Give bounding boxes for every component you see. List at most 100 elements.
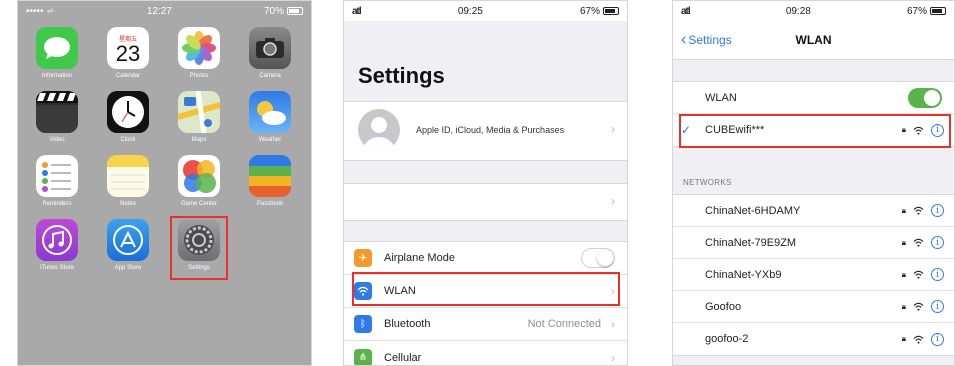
battery-percent: 67%	[906, 5, 927, 17]
row-label: Bluetooth	[384, 318, 431, 330]
maps-icon	[178, 91, 220, 133]
battery-icon	[930, 7, 946, 15]
battery-icon	[603, 7, 619, 15]
info-icon[interactable]: i	[931, 300, 944, 313]
app-weather[interactable]: Weather	[247, 91, 293, 143]
network-row[interactable]: Goofoo 🔒︎ i	[673, 291, 954, 323]
wifi-icon	[913, 302, 924, 311]
game-center-icon	[178, 155, 220, 197]
cellular-row[interactable]: ⋔ Cellular ›	[344, 341, 627, 365]
page-title: Settings	[358, 63, 445, 88]
network-name: ChinaNet-79E9ZM	[705, 236, 797, 249]
calendar-day: 23	[115, 40, 141, 66]
app-clock[interactable]: Clock	[105, 91, 151, 143]
wlan-toggle[interactable]	[908, 87, 942, 108]
weather-icon	[249, 91, 291, 133]
app-game-center[interactable]: Game Center	[176, 155, 222, 207]
app-reminders[interactable]: Reminders	[34, 155, 80, 207]
chevron-right-icon: ›	[611, 350, 615, 365]
app-label: Calendar	[115, 73, 141, 79]
status-time: 09:25	[457, 5, 483, 17]
app-label: Photos	[189, 73, 209, 79]
wifi-icon	[913, 335, 924, 344]
apple-id-row[interactable]: Apple ID, iCloud, Media & Purchases ›	[344, 101, 627, 161]
clock-icon	[107, 91, 149, 133]
battery-icon	[287, 7, 303, 15]
info-icon[interactable]: i	[931, 332, 944, 346]
app-label: Clock	[120, 137, 136, 143]
info-icon[interactable]: i	[931, 204, 944, 217]
signal-icon: atl	[681, 5, 691, 17]
calendar-icon: 星期五 23	[107, 27, 149, 69]
home-screen: ••••• ⩫ 12:27 70% Information 星期五 23 Cal…	[17, 0, 312, 366]
lock-icon: 🔒︎	[901, 237, 906, 247]
app-label: Maps	[191, 137, 207, 143]
notes-icon	[107, 155, 149, 197]
wlan-toggle-row: WLAN	[673, 82, 954, 114]
app-maps[interactable]: Maps	[176, 91, 222, 143]
lock-icon: 🔒︎	[901, 205, 906, 215]
bluetooth-status: Not Connected	[527, 318, 601, 330]
app-notes[interactable]: Notes	[105, 155, 151, 207]
status-bar: ••••• ⩫ 12:27 70%	[18, 1, 311, 21]
blank-settings-row[interactable]: ›	[344, 183, 627, 221]
carrier-signal: ••••• ⩫	[26, 5, 55, 17]
app-label: Passbook	[256, 201, 284, 207]
wlan-screen: atl 09:28 67% ‹ Settings WLAN WLAN ✓ CUB…	[672, 0, 955, 366]
wlan-highlight-box	[352, 272, 620, 306]
app-label: Game Center	[180, 201, 217, 207]
battery-percent: 70%	[263, 5, 284, 17]
wifi-icon	[913, 238, 924, 247]
app-label: Video	[49, 137, 65, 143]
signal-icon: atl	[352, 5, 362, 17]
app-photos[interactable]: Photos	[176, 27, 222, 79]
app-information[interactable]: Information	[34, 27, 80, 79]
app-label: Camera	[259, 73, 281, 79]
app-label: Reminders	[42, 201, 72, 207]
wlan-label: WLAN	[705, 91, 737, 104]
app-video[interactable]: Video	[34, 91, 80, 143]
photos-icon	[178, 27, 220, 69]
network-name: Goofoo	[705, 300, 742, 313]
app-calendar[interactable]: 星期五 23 Calendar	[105, 27, 151, 79]
network-row[interactable]: ChinaNet-79E9ZM 🔒︎ i	[673, 227, 954, 259]
battery-percent: 67%	[579, 5, 600, 17]
settings-screen: atl 09:25 67% Settings Apple ID, iCloud,…	[343, 0, 628, 366]
camera-icon	[249, 27, 291, 69]
row-label: Cellular	[384, 351, 422, 364]
nav-bar: ‹ Settings WLAN	[673, 21, 954, 60]
airplane-mode-toggle[interactable]	[581, 248, 615, 268]
app-camera[interactable]: Camera	[247, 27, 293, 79]
airplane-icon: ✈	[354, 249, 372, 267]
network-row[interactable]: ChinaNet-6HDAMY 🔒︎ i	[673, 195, 954, 227]
chevron-right-icon: ›	[611, 194, 615, 208]
passbook-icon	[249, 155, 291, 197]
airplane-mode-row[interactable]: ✈ Airplane Mode	[344, 242, 627, 275]
reminders-icon	[36, 155, 78, 197]
info-icon[interactable]: i	[931, 236, 944, 249]
chevron-right-icon: ›	[611, 122, 615, 136]
messages-icon	[36, 27, 78, 69]
settings-highlight-box	[170, 216, 228, 280]
app-label: iTunes Store	[40, 265, 74, 271]
app-app-store[interactable]: App Store	[105, 219, 151, 271]
network-row[interactable]: goofoo-2 🔒︎ i	[673, 323, 954, 355]
apple-id-text: Apple ID, iCloud, Media & Purchases	[416, 125, 565, 135]
info-icon[interactable]: i	[931, 268, 944, 281]
connected-highlight-box	[679, 114, 951, 148]
bluetooth-icon: ᛒ	[354, 315, 372, 333]
app-itunes-store[interactable]: iTunes Store	[34, 219, 80, 271]
status-bar: atl 09:25 67%	[344, 1, 627, 21]
avatar	[358, 109, 400, 151]
status-bar: atl 09:28 67%	[673, 1, 954, 21]
app-label: Weather	[258, 137, 282, 143]
network-row[interactable]: ChinaNet-YXb9 🔒︎ i	[673, 259, 954, 291]
lock-icon: 🔒︎	[901, 301, 906, 311]
network-name: ChinaNet-YXb9	[705, 268, 782, 281]
bluetooth-row[interactable]: ᛒ Bluetooth Not Connected ›	[344, 308, 627, 341]
wifi-icon	[913, 206, 924, 215]
status-time: 12:27	[146, 5, 172, 17]
app-passbook[interactable]: Passbook	[247, 155, 293, 207]
app-label: Information	[41, 73, 72, 79]
video-icon	[36, 91, 78, 133]
